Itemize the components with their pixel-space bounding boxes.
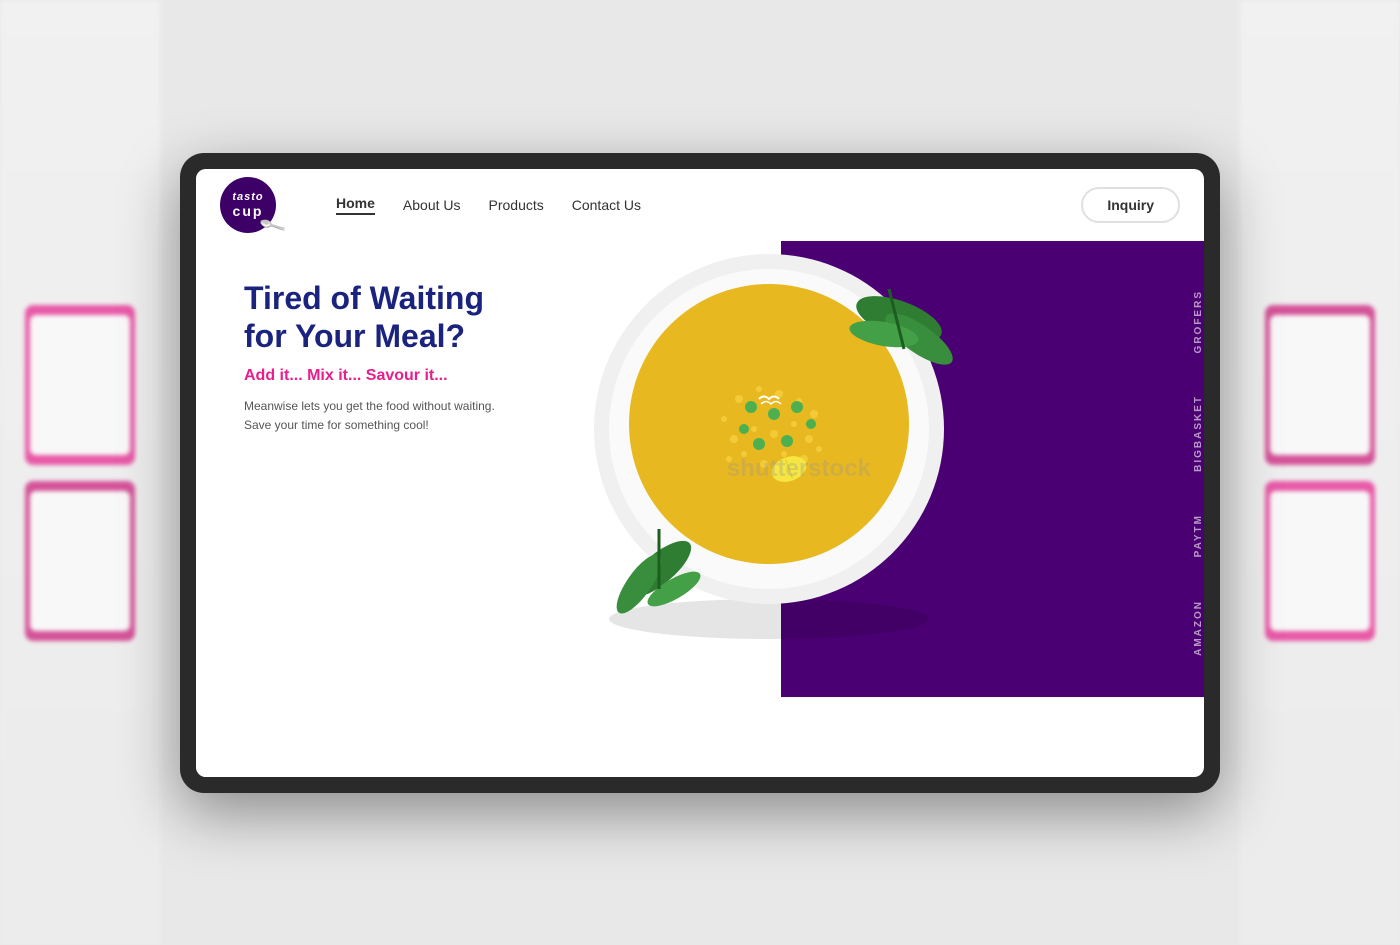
nav-contact[interactable]: Contact Us bbox=[572, 197, 641, 213]
bg-card-1 bbox=[25, 305, 135, 465]
hero-title: Tired of Waiting for Your Meal? bbox=[244, 279, 495, 356]
website-content: GROFERS BIGBASKET PAYTM AMAZON NOMSG 🌴 ⚗… bbox=[196, 169, 1204, 777]
logo-area: tasto cup 🥄 bbox=[220, 177, 276, 233]
v-label-grofers: GROFERS bbox=[1193, 290, 1204, 353]
v-label-bigbasket: BIGBASKET bbox=[1193, 395, 1204, 472]
logo-brand: tasto cup bbox=[232, 191, 263, 219]
nav-products[interactable]: Products bbox=[489, 197, 544, 213]
bg-right-panel bbox=[1240, 0, 1400, 945]
tablet-frame: GROFERS BIGBASKET PAYTM AMAZON NOMSG 🌴 ⚗… bbox=[180, 153, 1220, 793]
logo-top-text: tasto bbox=[232, 191, 263, 203]
v-label-amazon: AMAZON bbox=[1193, 600, 1204, 656]
hero-subtitle: Add it... Mix it... Savour it... bbox=[244, 367, 495, 385]
vertical-labels: GROFERS BIGBASKET PAYTM AMAZON bbox=[1193, 249, 1204, 697]
header: tasto cup 🥄 Home About Us Products Conta… bbox=[196, 169, 1204, 241]
bg-card-3 bbox=[1265, 305, 1375, 465]
nav-home[interactable]: Home bbox=[336, 195, 375, 215]
main-nav: Home About Us Products Contact Us bbox=[336, 195, 641, 215]
food-plate-svg bbox=[559, 229, 979, 649]
hero-text: Tired of Waiting for Your Meal? Add it..… bbox=[244, 279, 495, 436]
bg-left-panel bbox=[0, 0, 160, 945]
main-section: GROFERS BIGBASKET PAYTM AMAZON NOMSG 🌴 ⚗… bbox=[196, 169, 1204, 777]
logo-bottom-text: cup bbox=[233, 203, 264, 219]
v-label-paytm: PAYTM bbox=[1193, 514, 1204, 557]
nav-about[interactable]: About Us bbox=[403, 197, 461, 213]
hero-description: Meanwise lets you get the food without w… bbox=[244, 397, 495, 435]
bg-card-2 bbox=[25, 481, 135, 641]
inquiry-button[interactable]: Inquiry bbox=[1081, 187, 1180, 223]
food-image-container: shutterstock bbox=[559, 229, 1039, 709]
logo-circle: tasto cup 🥄 bbox=[220, 177, 276, 233]
bg-card-4 bbox=[1265, 481, 1375, 641]
